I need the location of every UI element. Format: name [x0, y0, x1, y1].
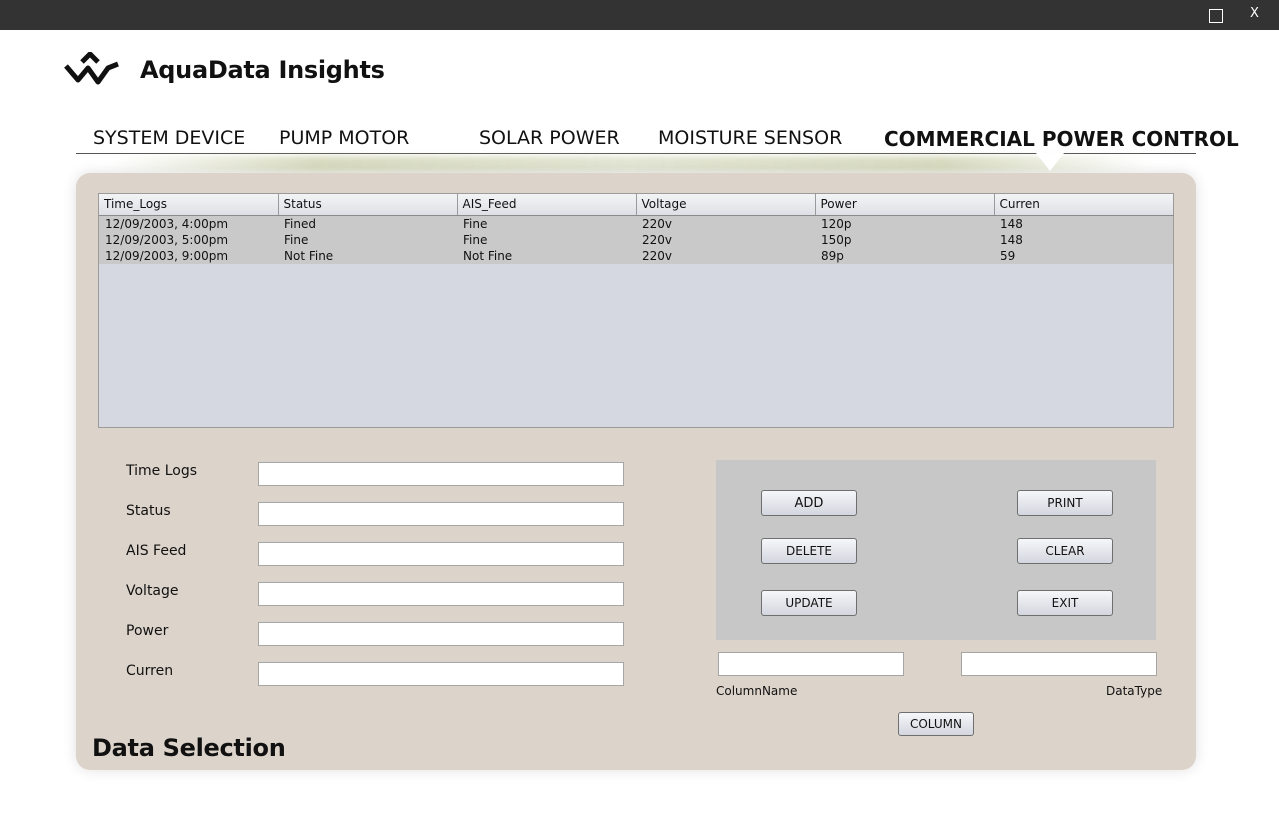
column-header-voltage[interactable]: Voltage [636, 194, 816, 216]
clear-button[interactable]: CLEAR [1017, 538, 1113, 564]
nav-item-system-device[interactable]: SYSTEM DEVICE [93, 127, 245, 149]
column-name-input[interactable] [718, 652, 904, 676]
delete-button[interactable]: DELETE [761, 538, 857, 564]
table-cell: 12/09/2003, 9:00pm [99, 247, 278, 264]
table-cell: 220v [636, 231, 815, 248]
status-label: Status [126, 503, 171, 519]
data-type-label: DataType [1106, 684, 1163, 698]
table-row[interactable]: 12/09/2003, 9:00pm Not Fine Not Fine 220… [99, 247, 1173, 264]
nav-underline [76, 153, 1196, 154]
table-cell: Fine [457, 231, 636, 248]
time-logs-input[interactable] [258, 462, 624, 486]
nav-item-pump-motor[interactable]: PUMP MOTOR [279, 127, 409, 149]
table-cell: Not Fine [457, 247, 636, 264]
table-cell: 89p [815, 247, 994, 264]
power-input[interactable] [258, 622, 624, 646]
column-header-curren[interactable]: Curren [994, 194, 1174, 216]
column-header-ais-feed[interactable]: AIS_Feed [457, 194, 637, 216]
data-type-input[interactable] [961, 652, 1157, 676]
data-table[interactable]: Time_Logs Status AIS_Feed Voltage Power … [98, 193, 1174, 428]
table-cell: Fined [278, 215, 457, 232]
voltage-label: Voltage [126, 583, 179, 599]
nav-item-commercial-power-control[interactable]: COMMERCIAL POWER CONTROL [884, 127, 1239, 151]
table-cell: Not Fine [278, 247, 457, 264]
exit-button[interactable]: EXIT [1017, 590, 1113, 616]
update-button[interactable]: UPDATE [761, 590, 857, 616]
wave-chevron-logo-icon [64, 52, 119, 85]
table-cell: 148 [994, 215, 1173, 232]
table-cell: 12/09/2003, 4:00pm [99, 215, 278, 232]
table-cell: 12/09/2003, 5:00pm [99, 231, 278, 248]
table-cell: 148 [994, 231, 1173, 248]
column-name-label: ColumnName [716, 684, 798, 698]
maximize-icon[interactable] [1209, 9, 1223, 23]
close-icon[interactable]: X [1250, 6, 1259, 21]
ais-feed-label: AIS Feed [126, 543, 187, 559]
table-cell: Fine [278, 231, 457, 248]
table-cell: 220v [636, 215, 815, 232]
app-title: AquaData Insights [140, 56, 385, 84]
curren-input[interactable] [258, 662, 624, 686]
table-header-row: Time_Logs Status AIS_Feed Voltage Power … [99, 194, 1174, 216]
column-header-status[interactable]: Status [278, 194, 458, 216]
print-button[interactable]: PRINT [1017, 490, 1113, 516]
voltage-input[interactable] [258, 582, 624, 606]
table-row[interactable]: 12/09/2003, 5:00pm Fine Fine 220v 150p 1… [99, 231, 1173, 248]
power-label: Power [126, 623, 169, 639]
section-title: Data Selection [92, 734, 286, 762]
table-cell: 59 [994, 247, 1173, 264]
nav-glow [110, 156, 1150, 172]
status-input[interactable] [258, 502, 624, 526]
ais-feed-input[interactable] [258, 542, 624, 566]
column-header-time-logs[interactable]: Time_Logs [99, 194, 279, 216]
add-button[interactable]: ADD [761, 490, 857, 516]
column-button[interactable]: COLUMN [898, 712, 974, 736]
table-row[interactable]: 12/09/2003, 4:00pm Fined Fine 220v 120p … [99, 215, 1173, 232]
table-cell: 220v [636, 247, 815, 264]
column-header-power[interactable]: Power [815, 194, 995, 216]
table-cell: 120p [815, 215, 994, 232]
window-titlebar [0, 0, 1279, 30]
curren-label: Curren [126, 663, 174, 679]
nav-item-solar-power[interactable]: SOLAR POWER [479, 127, 620, 149]
time-logs-label: Time Logs [126, 463, 198, 479]
table-cell: 150p [815, 231, 994, 248]
nav-item-moisture-sensor[interactable]: MOISTURE SENSOR [658, 127, 842, 149]
table-cell: Fine [457, 215, 636, 232]
active-tab-caret [1036, 153, 1064, 171]
